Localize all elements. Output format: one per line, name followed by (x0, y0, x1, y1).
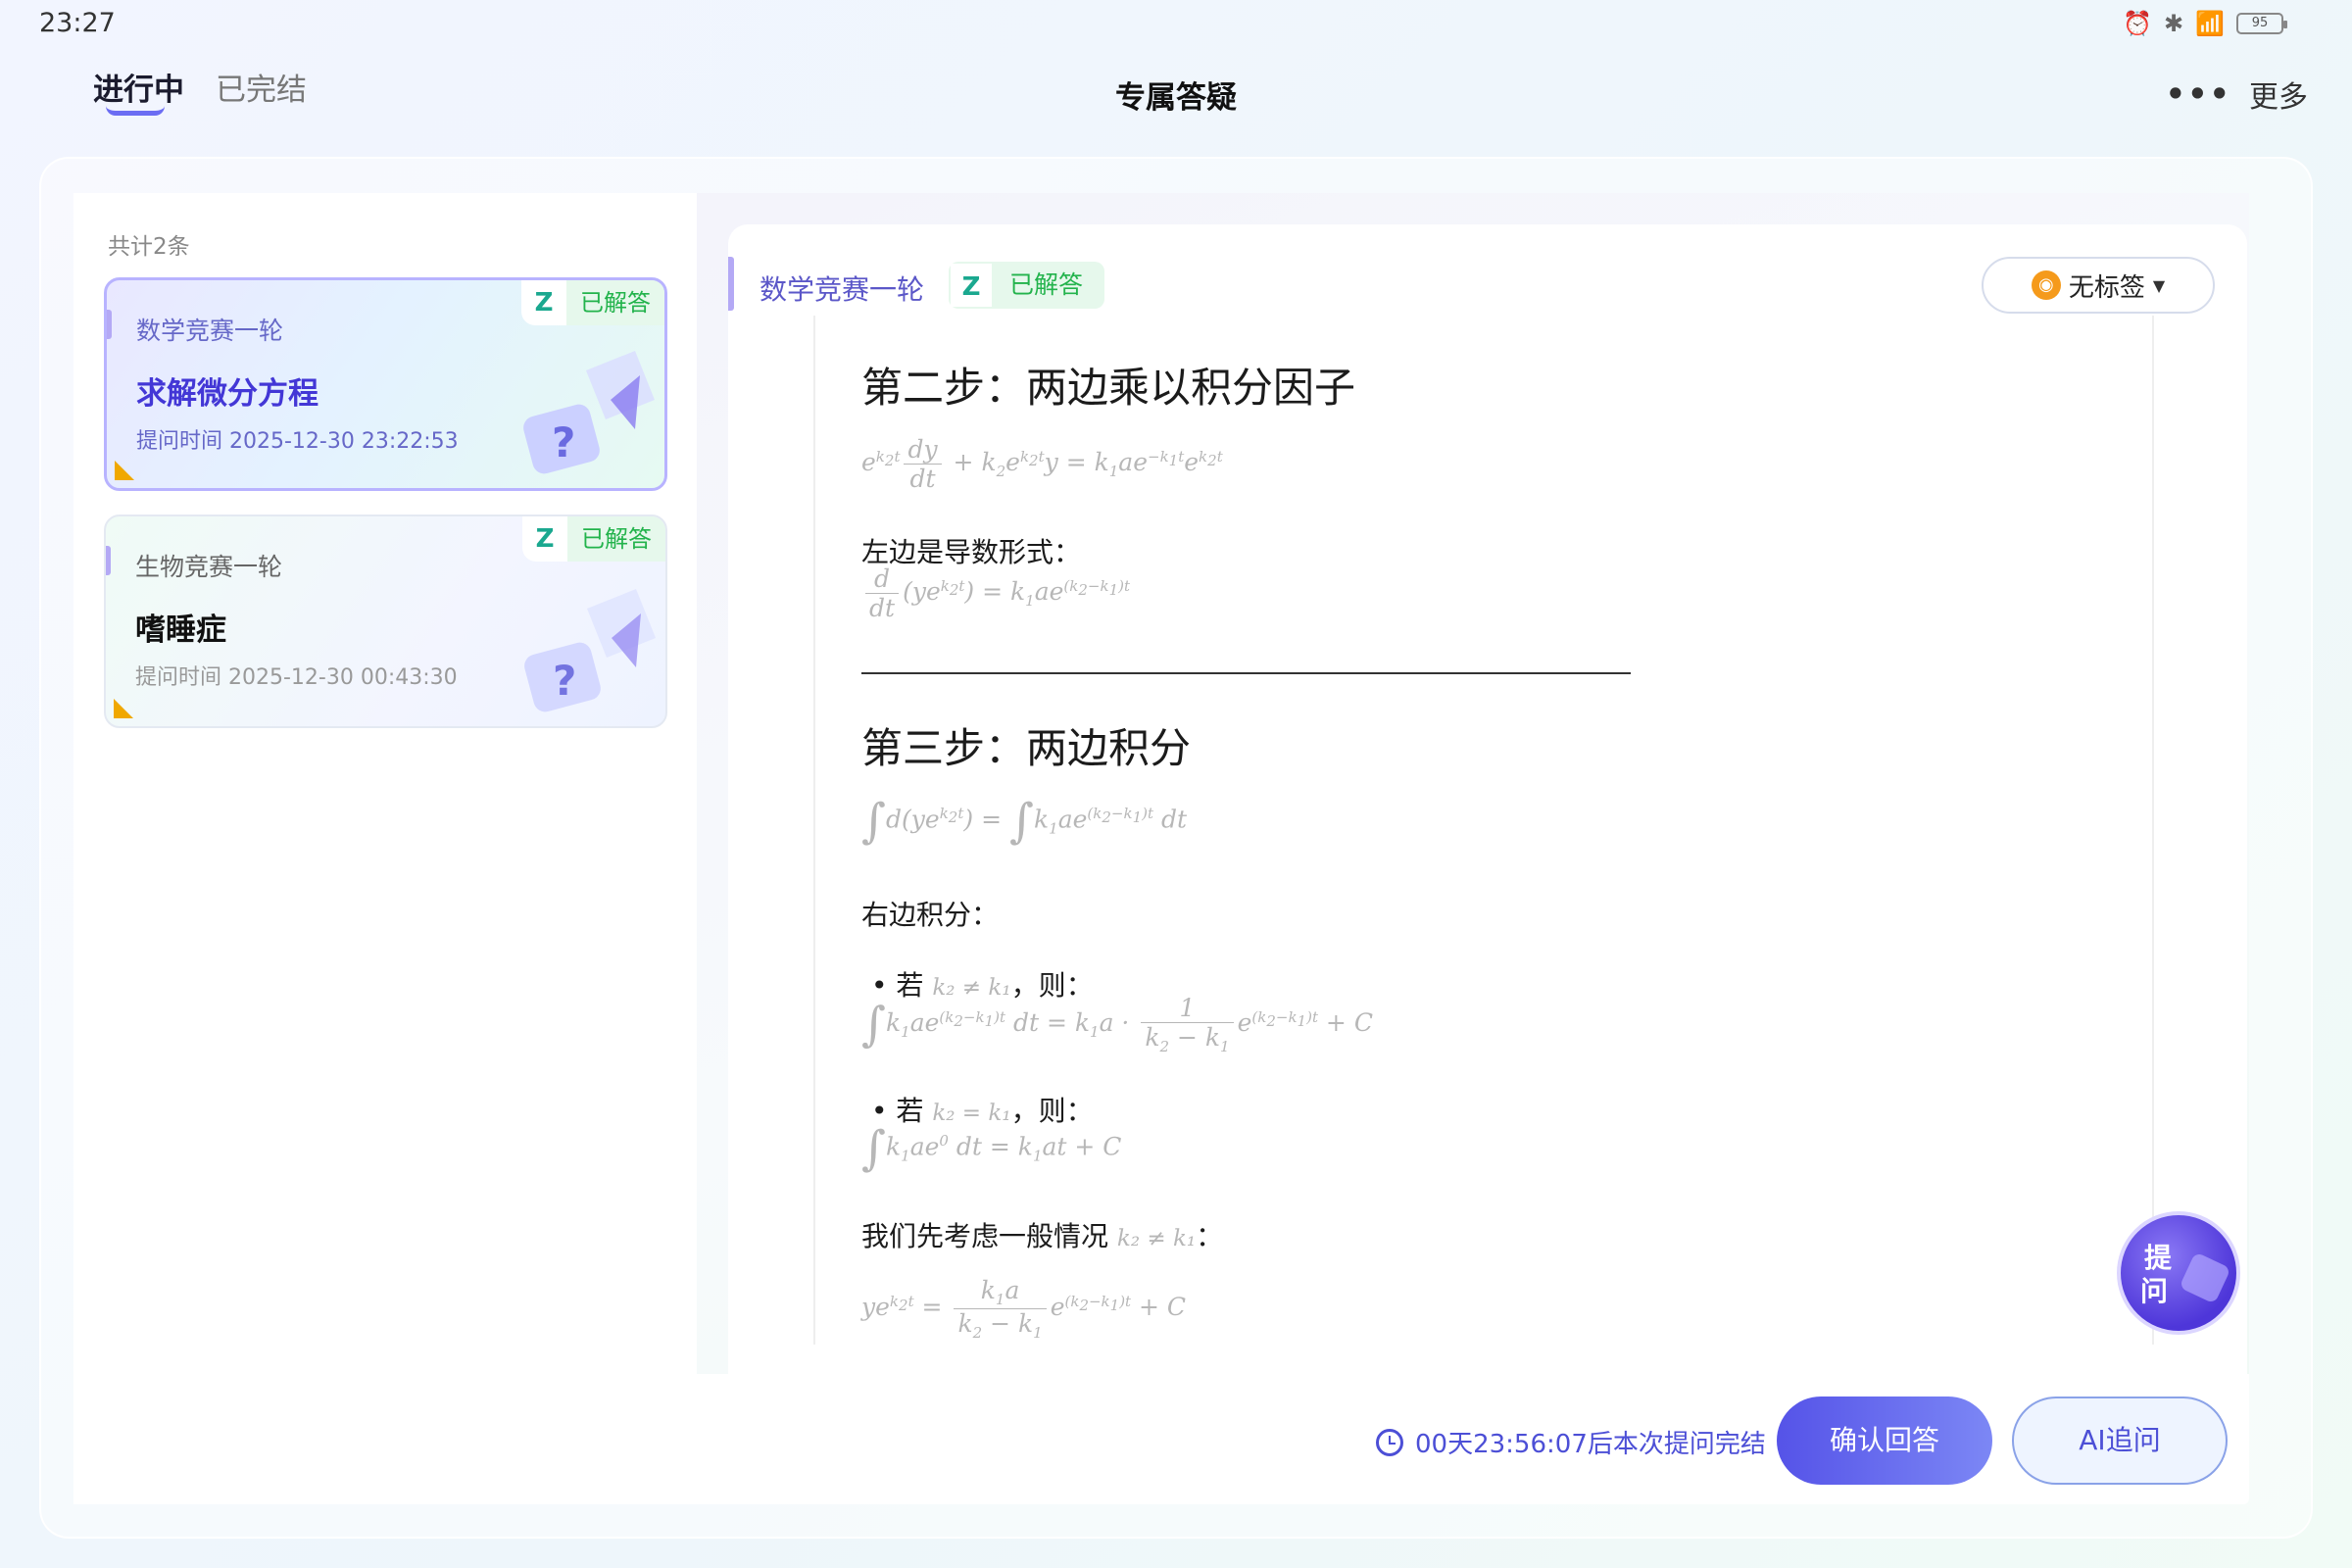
z-logo-icon: Z (949, 262, 994, 309)
divider (861, 672, 1631, 674)
tag-label: 无标签 (2068, 272, 2145, 303)
page-title: 专属答疑 (1115, 80, 1237, 116)
status-badge: Z 已解答 (949, 262, 1105, 309)
ai-followup-button[interactable]: AI追问 (2012, 1396, 2228, 1485)
list-count: 共计2条 (108, 234, 190, 260)
step2-heading: 第二步：两边乘以积分因子 (861, 364, 1356, 412)
equation-case2: ∫k1ae0 dt = k1at + C (861, 1121, 1122, 1176)
question-decoration-icon: ? (523, 351, 655, 474)
card-time: 提问时间 2025-12-30 23:22:53 (136, 429, 459, 454)
status-badge-label: 已解答 (994, 262, 1105, 309)
detail-subject: 数学竞赛一轮 (760, 273, 925, 306)
tag-icon: ◉ (2031, 270, 2061, 300)
status-time: 23:27 (39, 8, 116, 38)
caret-down-icon: ▼ (2152, 275, 2166, 295)
confirm-answer-button[interactable]: 确认回答 (1777, 1396, 1992, 1485)
detail-accent-bar (728, 257, 734, 311)
z-logo-icon: Z (522, 516, 567, 562)
status-badge: Z 已解答 (521, 280, 664, 325)
card-subject: 生物竞赛一轮 (135, 553, 283, 581)
step3-heading: 第三步：两边积分 (861, 724, 1192, 772)
status-badge: Z 已解答 (522, 516, 665, 562)
clock-icon (1376, 1428, 1403, 1456)
equation-derivative: d dt (yek2t) = k1ae(k2−k1)t (861, 564, 1130, 622)
wifi-icon: 📶 (2195, 10, 2225, 37)
right-integral-text: 右边积分： (861, 899, 1000, 931)
question-decoration-icon: ? (524, 589, 656, 712)
status-badge-label: 已解答 (566, 280, 664, 325)
question-card[interactable]: 生物竞赛一轮 嗜睡症 提问时间 2025-12-30 00:43:30 Z 已解… (104, 514, 667, 728)
card-subject: 数学竞赛一轮 (136, 317, 284, 345)
bluetooth-icon: ✱ (2164, 10, 2184, 37)
card-time: 提问时间 2025-12-30 00:43:30 (135, 665, 458, 690)
card-corner-mark (114, 699, 133, 718)
equation-case1: ∫k1ae(k2−k1)t dt = k1a · 1 k2 − k1 e(k2−k1… (861, 994, 1373, 1055)
more-button[interactable]: ••• 更多 (2166, 73, 2308, 116)
card-accent-bar (106, 546, 111, 575)
card-corner-mark (115, 461, 134, 480)
alarm-icon: ⏰ (2123, 10, 2152, 37)
tag-dropdown[interactable]: ◉ 无标签 ▼ (1982, 257, 2215, 314)
cube-decoration-icon (2179, 1251, 2231, 1304)
more-dots-icon: ••• (2165, 75, 2231, 113)
countdown-timer: 00天23:56:07后本次提问完结 (1376, 1424, 1766, 1460)
consider-condition: k₂ ≠ k₁ (1116, 1226, 1197, 1251)
consider-suffix: ： (1196, 1220, 1224, 1252)
equation-integral: ∫d(yek2t) = ∫k1ae(k2−k1)t dt (861, 794, 1188, 849)
status-badge-label: 已解答 (567, 516, 665, 562)
svg-text:?: ? (553, 657, 576, 705)
ask-question-fab[interactable]: 提 问 (2117, 1211, 2240, 1335)
fab-label-line2: 问 (2140, 1275, 2169, 1307)
consider-text: 我们先考虑一般情况 (861, 1220, 1109, 1252)
equation-step2: ek2t dy dt + k2ek2ty = k1ae−k1tek2t (861, 435, 1223, 493)
status-icons: ⏰ ✱ 📶 95 (2123, 10, 2287, 37)
more-label: 更多 (2249, 80, 2308, 115)
card-title: 求解微分方程 (136, 376, 318, 412)
answer-content[interactable]: 第二步：两边乘以积分因子 ek2t dy dt + k2ek2ty = k1ae−k… (813, 316, 2154, 1345)
countdown-text: 00天23:56:07后本次提问完结 (1415, 1430, 1766, 1459)
equation-general: yek2t = k1a k2 − k1 e(k2−k1)t + C (861, 1276, 1187, 1342)
consider-line: 我们先考虑一般情况 k₂ ≠ k₁： (861, 1215, 1223, 1254)
question-card[interactable]: 数学竞赛一轮 求解微分方程 提问时间 2025-12-30 23:22:53 Z… (104, 277, 667, 491)
card-accent-bar (107, 310, 112, 339)
card-title: 嗜睡症 (135, 612, 226, 648)
svg-text:?: ? (552, 418, 575, 466)
z-logo-icon: Z (521, 280, 566, 325)
battery-icon: 95 (2236, 13, 2287, 34)
